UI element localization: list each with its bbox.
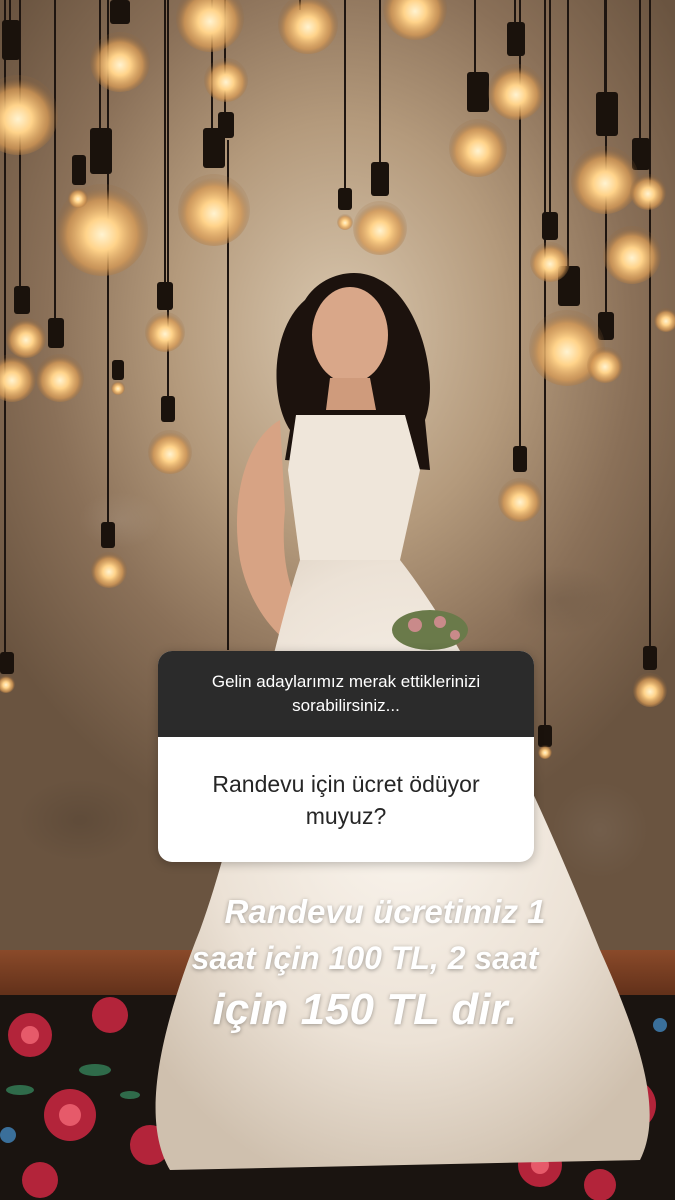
submitted-question-text: Randevu için ücret ödüyor muyuz? (212, 770, 480, 829)
answer-line-1: Randevu ücretimiz 1 (224, 893, 546, 930)
bodice-shape (288, 415, 420, 560)
bouquet (392, 610, 468, 650)
answer-line-2: saat için 100 TL, 2 saat (191, 940, 539, 976)
question-sticker[interactable]: Gelin adaylarımız merak ettiklerinizi so… (158, 651, 534, 862)
answer-line-3: için 150 TL dir. (212, 985, 518, 1034)
question-prompt-text: Gelin adaylarımız merak ettiklerinizi so… (211, 672, 481, 715)
answer-caption: Randevu ücretimiz 1 saat için 100 TL, 2 … (110, 888, 630, 1040)
question-sticker-header: Gelin adaylarımız merak ettiklerinizi so… (158, 651, 534, 737)
question-sticker-body: Randevu için ücret ödüyor muyuz? (158, 737, 534, 862)
face-shape (312, 287, 388, 383)
